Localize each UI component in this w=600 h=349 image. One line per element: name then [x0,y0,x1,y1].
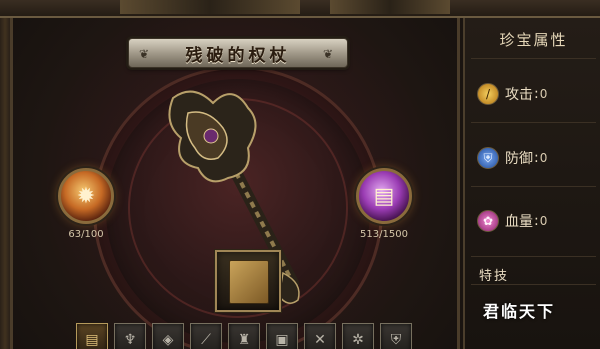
stat-attack-label: 攻击 [505,87,533,103]
attributes-header: 珍宝属性 [499,31,568,49]
blade-icon: ⟋ [201,332,211,348]
top-frame [0,0,600,18]
treasure-slot-blade[interactable]: ⟋ [190,323,222,349]
banner-ornament-right: ❦ [323,47,334,61]
treasure-main-panel: ❦ 残破的权杖 ❦ ✹ 63/100 ▤ 513/1500 ▤ ♆ ◈ ⟋ ♜ … [10,18,460,349]
winged-helm-icon: ♆ [123,332,137,348]
treasure-slot-tome[interactable]: ▤ [76,323,108,349]
stat-attack-value: 0 [539,87,548,101]
treasure-slot-bar: ▤ ♆ ◈ ⟋ ♜ ▣ ✕ ✲ ⛨ [76,323,412,349]
divider [471,256,596,257]
special-skill-name: 君临天下 [483,302,556,321]
attack-refine-progress: 63/100 [68,229,104,240]
treasure-slot-spider[interactable]: ✲ [342,323,374,349]
divider [471,284,596,285]
chestplate-icon: ▣ [275,332,289,348]
divider [471,58,596,59]
left-frame [0,18,10,349]
stat-health: ✿ 血量 : 0 [477,209,547,233]
frame-ornament [120,0,300,14]
fire-gem-icon: ✹ [76,183,96,209]
armor-icon: ◈ [162,332,174,348]
spellbook-refine-orb[interactable]: ▤ [356,168,412,224]
stat-defense-label: 防御 [505,151,533,167]
stat-health-label: 血量 [505,214,533,230]
attack-refine-orb[interactable]: ✹ [58,168,114,224]
stat-separator: : [534,150,539,166]
crossed-blades-icon: ✕ [314,332,326,348]
divider [471,122,596,123]
item-title: 残破的权杖 [185,45,291,66]
treasure-attributes-panel: 珍宝属性 / 攻击 : 0 ⛨ 防御 : 0 ✿ 血量 : 0 特技 君临天下 [463,18,600,349]
defense-icon: ⛨ [477,147,499,169]
equipped-item-slot[interactable] [215,250,281,312]
divider [471,186,596,187]
tome-icon: ▤ [85,332,99,348]
treasure-slot-shield-emblem[interactable]: ⛨ [380,323,412,349]
helmet-icon: ♜ [237,332,251,348]
treasure-slot-chestplate[interactable]: ▣ [266,323,298,349]
stat-separator: : [534,213,539,229]
treasure-slot-crossed-blades[interactable]: ✕ [304,323,336,349]
spellbook-icon: ▤ [373,183,395,209]
spider-icon: ✲ [352,332,364,348]
banner-ornament-left: ❦ [139,47,150,61]
treasure-slot-winged-helm[interactable]: ♆ [114,323,146,349]
health-icon: ✿ [477,210,499,232]
stat-health-value: 0 [539,214,548,228]
stat-defense: ⛨ 防御 : 0 [477,146,547,170]
item-title-banner: ❦ 残破的权杖 ❦ [128,38,348,68]
stat-defense-value: 0 [539,151,548,165]
tome-icon [229,260,269,304]
treasure-slot-armor[interactable]: ◈ [152,323,184,349]
treasure-slot-helmet[interactable]: ♜ [228,323,260,349]
shield-emblem-icon: ⛨ [390,332,402,348]
scepter-gem [203,128,219,144]
stat-attack: / 攻击 : 0 [477,82,547,106]
stat-separator: : [534,86,539,102]
special-skill-tab[interactable]: 特技 [479,265,509,284]
spellbook-refine-progress: 513/1500 [360,229,408,240]
frame-ornament [330,0,450,14]
attack-icon: / [477,83,499,105]
